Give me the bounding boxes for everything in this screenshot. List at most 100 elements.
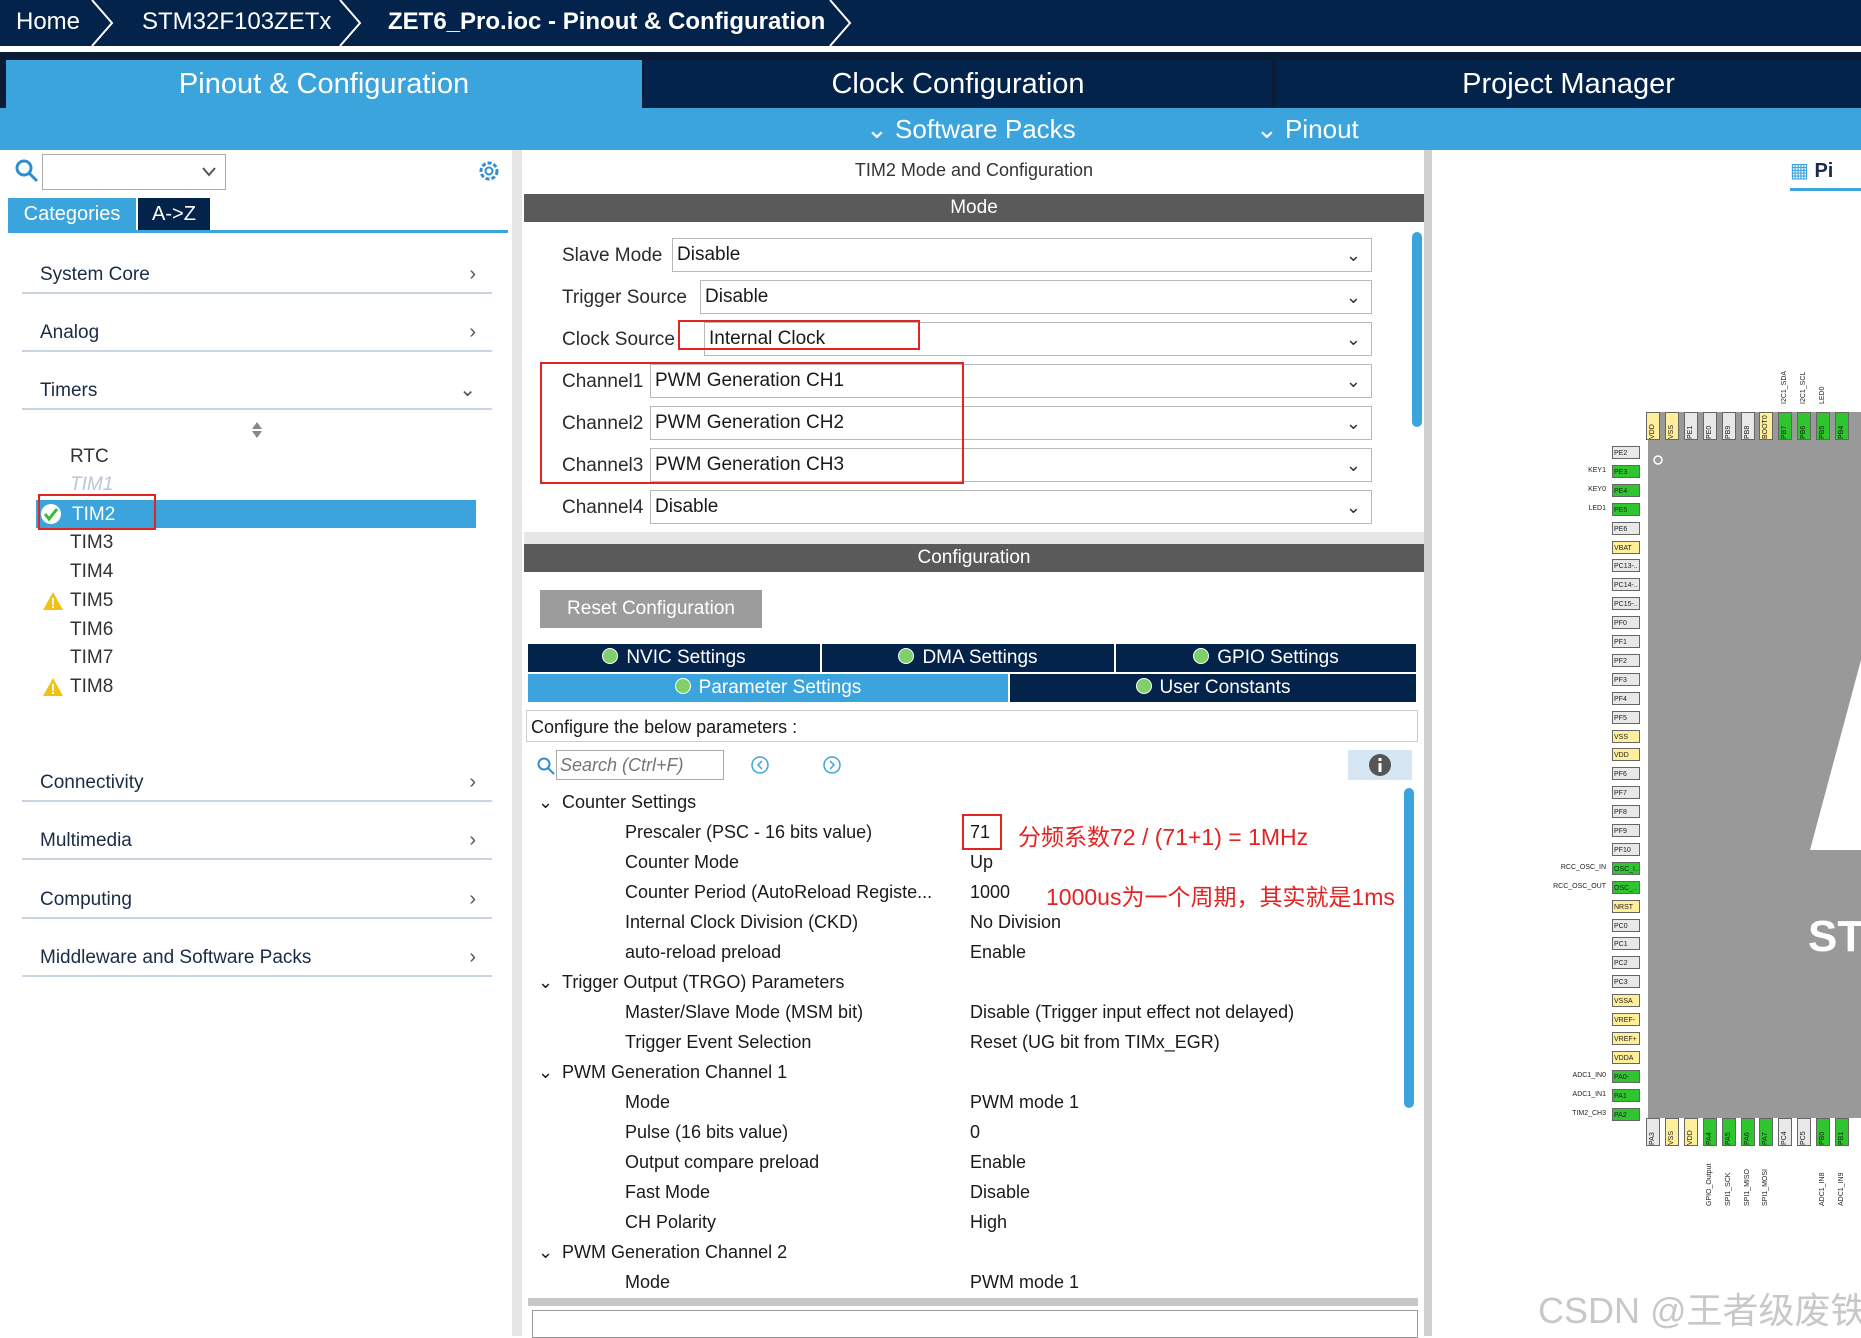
category-multimedia[interactable]: Multimedia ›: [22, 808, 492, 860]
pin-pe1[interactable]: PE1: [1683, 412, 1698, 440]
pin-pc13[interactable]: PC13-..: [1612, 559, 1640, 573]
pin-pa3[interactable]: PA3: [1646, 1118, 1660, 1146]
pin-pc2[interactable]: PC2: [1612, 956, 1640, 970]
group-counter-settings[interactable]: Counter Settings: [562, 792, 696, 813]
pin-boot0[interactable]: BOOT0: [1759, 412, 1774, 440]
param-value-autoreload[interactable]: Enable: [970, 942, 1026, 963]
pin-pf7[interactable]: PF7: [1612, 786, 1640, 800]
pin-pb0[interactable]: PB0: [1816, 1118, 1831, 1146]
pin-vss[interactable]: VSS: [1664, 1118, 1679, 1146]
tab-user-constants[interactable]: User Constants: [1010, 674, 1416, 702]
pin-pb9[interactable]: PB9: [1721, 412, 1736, 440]
software-packs-menu[interactable]: ⌄ Software Packs: [866, 108, 1076, 150]
chevron-down-icon[interactable]: ⌄: [538, 972, 553, 993]
group-pwm2[interactable]: PWM Generation Channel 2: [562, 1242, 787, 1263]
group-pwm1[interactable]: PWM Generation Channel 1: [562, 1062, 787, 1083]
pin-vbat[interactable]: VBAT: [1612, 540, 1640, 554]
pin-vss[interactable]: VSS: [1664, 412, 1679, 440]
category-middleware[interactable]: Middleware and Software Packs ›: [22, 925, 492, 977]
param-value-counter-mode[interactable]: Up: [970, 852, 993, 873]
param-value-tes[interactable]: Reset (UG bit from TIMx_EGR): [970, 1032, 1220, 1053]
pin-pf6[interactable]: PF6: [1612, 767, 1640, 781]
pin-pb7[interactable]: PB7: [1778, 412, 1793, 440]
pin-pb1[interactable]: PB1: [1835, 1118, 1849, 1146]
arrow-right-icon[interactable]: [822, 755, 842, 775]
splitter[interactable]: [512, 150, 522, 1336]
tab-a-to-z[interactable]: A->Z: [138, 198, 210, 230]
pin-vdd[interactable]: VDD: [1683, 1118, 1698, 1146]
pin-pc4[interactable]: PC4: [1778, 1118, 1793, 1146]
mode-scrollbar[interactable]: [1412, 232, 1422, 427]
category-computing[interactable]: Computing ›: [22, 867, 492, 919]
pinout-view-tab[interactable]: ▦ Pi: [1790, 158, 1861, 191]
group-trgo[interactable]: Trigger Output (TRGO) Parameters: [562, 972, 844, 993]
splitter[interactable]: [524, 532, 1424, 544]
pin-pc14[interactable]: PC14-..: [1612, 578, 1640, 592]
pin-pf10[interactable]: PF10: [1612, 842, 1640, 856]
timer-tim6[interactable]: TIM6: [70, 619, 113, 641]
chevron-down-icon[interactable]: ⌄: [538, 792, 553, 813]
pin-vdda[interactable]: VDDA: [1612, 1050, 1640, 1064]
pin-pf4[interactable]: PF4: [1612, 691, 1640, 705]
pin-pa4[interactable]: PA4: [1702, 1118, 1717, 1146]
pin-pc1[interactable]: PC1: [1612, 937, 1640, 951]
category-timers[interactable]: Timers ⌄: [22, 358, 492, 410]
category-system-core[interactable]: System Core ›: [22, 242, 492, 294]
pin-vss[interactable]: VSS: [1612, 729, 1640, 743]
param-value-ckd[interactable]: No Division: [970, 912, 1061, 933]
sort-icon[interactable]: [250, 420, 264, 440]
pin-pf9[interactable]: PF9: [1612, 824, 1640, 837]
pin-pb5[interactable]: PB5: [1816, 412, 1831, 440]
arrow-left-icon[interactable]: [750, 755, 770, 775]
timer-rtc[interactable]: RTC: [70, 446, 109, 468]
pin-vdd[interactable]: VDD: [1612, 748, 1640, 762]
splitter[interactable]: [1424, 150, 1432, 1336]
slave-mode-select[interactable]: Disable ⌄: [672, 238, 1372, 272]
param-value-mode[interactable]: PWM mode 1: [970, 1092, 1079, 1113]
pin-pa2[interactable]: PA2: [1612, 1107, 1640, 1121]
pin-osc[interactable]: OSC_..: [1612, 880, 1640, 894]
reset-configuration-button[interactable]: Reset Configuration: [540, 590, 762, 628]
timer-tim4[interactable]: TIM4: [70, 561, 113, 583]
pin-pe4[interactable]: PE4: [1612, 483, 1640, 497]
timer-tim5[interactable]: TIM5: [70, 590, 113, 612]
pin-pb8[interactable]: PB8: [1740, 412, 1755, 440]
pin-pa6[interactable]: PA6: [1740, 1118, 1755, 1146]
description-splitter[interactable]: [528, 1298, 1418, 1306]
params-scrollbar[interactable]: [1404, 788, 1414, 1108]
tab-gpio-settings[interactable]: GPIO Settings: [1116, 644, 1416, 672]
timer-tim8[interactable]: TIM8: [70, 676, 113, 698]
pin-pf8[interactable]: PF8: [1612, 805, 1640, 819]
pin-pe0[interactable]: PE0: [1702, 412, 1717, 440]
pin-pa1[interactable]: PA1: [1612, 1088, 1640, 1102]
pin-nrst[interactable]: NRST: [1612, 899, 1640, 913]
pin-pf2[interactable]: PF2: [1612, 653, 1640, 667]
pin-pf1[interactable]: PF1: [1612, 635, 1640, 648]
tab-project-manager[interactable]: Project Manager: [1276, 60, 1861, 108]
pin-vref[interactable]: VREF+: [1612, 1031, 1640, 1045]
pin-pe6[interactable]: PE6: [1612, 521, 1640, 535]
timer-tim1[interactable]: TIM1: [70, 474, 113, 496]
pinout-menu[interactable]: ⌄ Pinout: [1256, 108, 1359, 150]
pin-pf5[interactable]: PF5: [1612, 710, 1640, 724]
pin-pa5[interactable]: PA5: [1721, 1118, 1736, 1146]
pin-pa7[interactable]: PA7: [1759, 1118, 1774, 1146]
breadcrumb-file[interactable]: ZET6_Pro.ioc - Pinout & Configuration: [388, 0, 825, 46]
timer-tim7[interactable]: TIM7: [70, 647, 113, 669]
pin-pe2[interactable]: PE2: [1612, 446, 1640, 459]
search-input[interactable]: [556, 750, 724, 780]
info-button[interactable]: [1348, 750, 1412, 780]
pin-pf0[interactable]: PF0: [1612, 616, 1640, 630]
pin-pb6[interactable]: PB6: [1797, 412, 1812, 440]
pin-vssa[interactable]: VSSA: [1612, 994, 1640, 1008]
breadcrumb-home[interactable]: Home: [16, 0, 80, 46]
param-value-msm[interactable]: Disable (Trigger input effect not delaye…: [970, 1002, 1294, 1023]
pin-pf3[interactable]: PF3: [1612, 672, 1640, 686]
param-value-ocp[interactable]: Enable: [970, 1152, 1026, 1173]
tab-dma-settings[interactable]: DMA Settings: [822, 644, 1114, 672]
pin-vref[interactable]: VREF-: [1612, 1013, 1640, 1026]
param-value-fast[interactable]: Disable: [970, 1182, 1030, 1203]
tab-nvic-settings[interactable]: NVIC Settings: [528, 644, 820, 672]
pin-pb4[interactable]: PB4: [1835, 412, 1849, 440]
param-value-polarity[interactable]: High: [970, 1212, 1007, 1233]
